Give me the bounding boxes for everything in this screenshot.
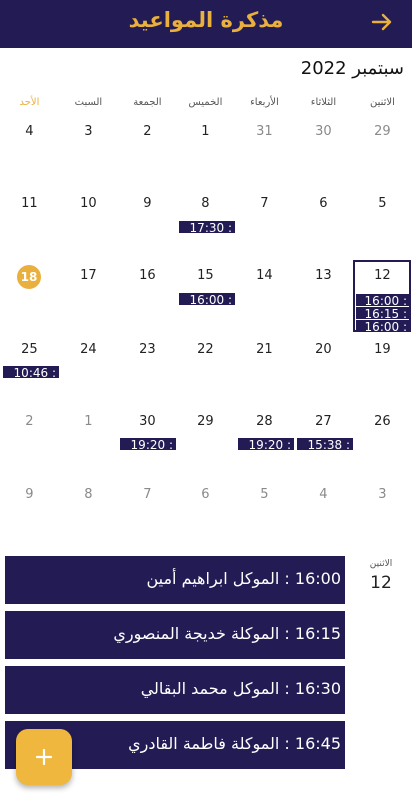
appointment-row[interactable]: 16:00 : الموكل ابراهيم أمين [5,556,345,604]
appointment-row[interactable]: 16:30 : الموكل محمد البقالي [5,666,345,714]
calendar-day[interactable]: 19 [353,342,412,357]
weekday-monday: الاثنين [369,97,395,108]
calendar-day[interactable]: 29 [176,414,235,429]
weekday-thursday: الخميس [188,97,223,108]
selected-day-number: 12 [370,573,392,593]
calendar-day[interactable]: 21 [235,342,294,357]
calendar-day[interactable]: 27 [294,414,353,429]
plus-icon [35,748,53,766]
calendar-day[interactable]: 6 [176,487,235,502]
calendar-day[interactable]: 30 [294,124,353,139]
calendar-day[interactable]: 4 [294,487,353,502]
calendar-day[interactable]: 15 [176,268,235,283]
weekday-wednesday: الأربعاء [250,97,279,108]
calendar-day[interactable]: 7 [235,196,294,211]
calendar-day[interactable]: 9 [0,487,59,502]
arrow-right-icon[interactable] [370,10,394,34]
event-chip[interactable]: 19:20 : [238,438,294,450]
calendar-day[interactable]: 30 [118,414,177,429]
calendar-day[interactable]: 17 [59,268,118,283]
calendar-day[interactable]: 11 [0,196,59,211]
calendar-day[interactable]: 16 [118,268,177,283]
selected-day-weekday: الاثنين [369,559,393,569]
calendar-day[interactable]: 1 [176,124,235,139]
calendar-day[interactable]: 14 [235,268,294,283]
weekday-saturday: السبت [74,97,103,108]
event-chip[interactable]: 16:00 : [356,320,410,332]
calendar-day[interactable]: 22 [176,342,235,357]
event-chip[interactable]: 17:30 : [179,221,235,233]
calendar-day[interactable]: 28 [235,414,294,429]
month-title: سبتمبر 2022 [300,58,404,79]
calendar-day[interactable]: 5 [235,487,294,502]
calendar-day[interactable]: 26 [353,414,412,429]
event-chip[interactable]: 16:00 : [356,294,410,306]
calendar-day[interactable]: 20 [294,342,353,357]
page-title: مذكرة المواعيد [128,8,284,32]
app-header: مذكرة المواعيد [0,0,412,48]
calendar-day[interactable]: 25 [0,342,59,357]
calendar-day[interactable]: 6 [294,196,353,211]
event-chip[interactable]: 15:38 : [297,438,353,450]
today-day-number: 18 [20,270,38,284]
calendar-day[interactable]: 3 [59,124,118,139]
event-chip[interactable]: 16:15 : [356,307,410,319]
calendar-day[interactable]: 29 [353,124,412,139]
calendar-day[interactable]: 8 [176,196,235,211]
today-indicator[interactable]: 18 [17,265,41,289]
calendar-day[interactable]: 2 [0,414,59,429]
add-appointment-button[interactable] [16,729,72,785]
calendar-day[interactable]: 1 [59,414,118,429]
calendar-day[interactable]: 10 [59,196,118,211]
calendar-day[interactable]: 5 [353,196,412,211]
calendar-day[interactable]: 9 [118,196,177,211]
weekday-sunday: الأحد [19,97,40,108]
calendar-day-selected[interactable]: 12 [353,268,412,283]
event-chip[interactable]: 19:20 : [120,438,176,450]
calendar-day[interactable]: 31 [235,124,294,139]
calendar-day[interactable]: 24 [59,342,118,357]
calendar-day[interactable]: 13 [294,268,353,283]
weekday-tuesday: الثلاثاء [310,97,337,108]
calendar-day[interactable]: 7 [118,487,177,502]
weekday-friday: الجمعة [133,97,162,108]
appointment-row[interactable]: 16:15 : الموكلة خديجة المنصوري [5,611,345,659]
event-chip[interactable]: 16:00 : [179,293,235,305]
calendar-day[interactable]: 8 [59,487,118,502]
calendar-day[interactable]: 4 [0,124,59,139]
calendar-day[interactable]: 2 [118,124,177,139]
event-chip[interactable]: 10:46 : [3,366,59,378]
calendar-day[interactable]: 3 [353,487,412,502]
calendar-day[interactable]: 23 [118,342,177,357]
